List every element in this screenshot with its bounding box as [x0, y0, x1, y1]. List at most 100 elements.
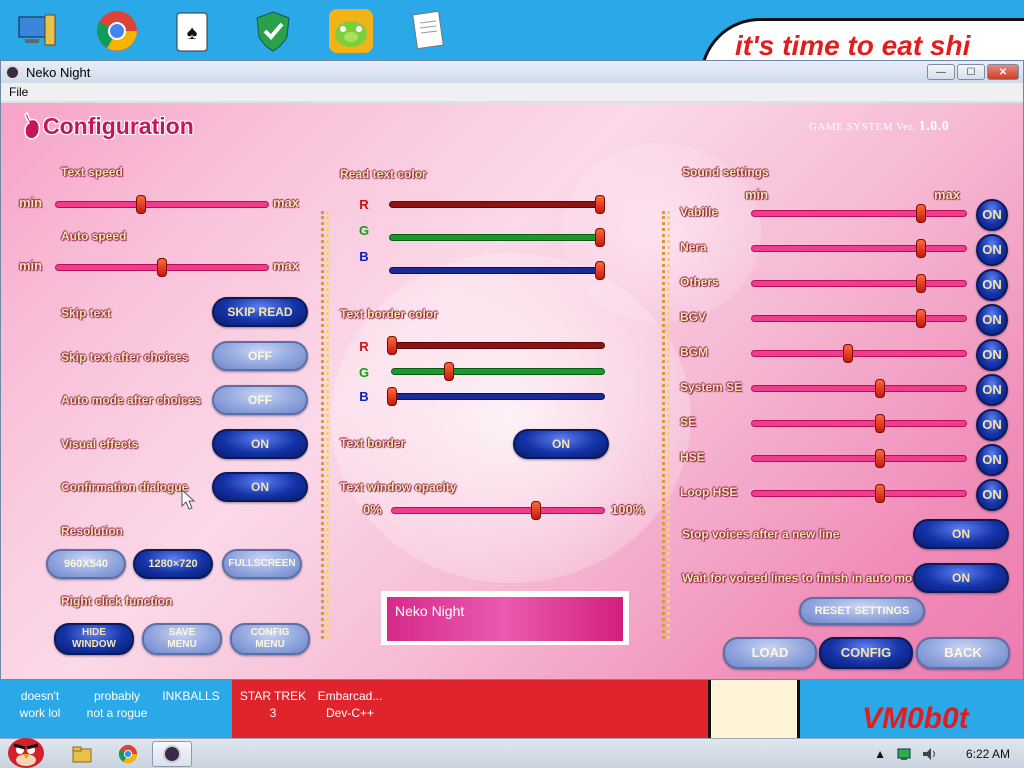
channel-toggle[interactable]: ON	[976, 409, 1008, 441]
auto-mode-after-choices-toggle[interactable]: OFF	[212, 385, 308, 415]
stop-voices-toggle[interactable]: ON	[913, 519, 1009, 549]
taskbar-chrome[interactable]	[108, 741, 148, 767]
desktop-icon-label[interactable]: STAR TREK 3	[236, 688, 310, 722]
wait-voiced-lines-toggle[interactable]: ON	[913, 563, 1009, 593]
green-channel-label: G	[358, 223, 370, 238]
border-color-blue-slider[interactable]	[387, 387, 605, 406]
desktop-icon-label[interactable]: Embarcad... Dev-C++	[312, 688, 388, 722]
chrome-icon[interactable]	[92, 6, 142, 56]
red-channel-label: R	[359, 197, 369, 212]
slider-knob[interactable]	[531, 501, 542, 520]
network-icon[interactable]	[896, 747, 912, 761]
taskbar-explorer[interactable]	[62, 741, 102, 767]
channel-volume-slider[interactable]	[751, 414, 967, 433]
mouse-cursor-icon	[181, 489, 196, 510]
menu-file[interactable]: File	[9, 85, 28, 99]
slider-knob[interactable]	[875, 449, 886, 468]
border-color-green-slider[interactable]	[391, 362, 605, 381]
desktop-icon-label[interactable]: INKBALLS	[160, 688, 222, 705]
slider-knob[interactable]	[875, 484, 886, 503]
green-channel-label: G	[358, 365, 370, 380]
stop-voices-label: Stop voices after a new line	[682, 527, 840, 541]
desktop-icon-label[interactable]: doesn't work lol	[10, 688, 70, 722]
desktop-icon-label[interactable]: probably not a rogue	[78, 688, 156, 722]
text-border-toggle[interactable]: ON	[513, 429, 609, 459]
auto-speed-slider[interactable]	[55, 258, 269, 277]
wallpaper-brand-text: VM0b0t	[862, 702, 969, 735]
confirmation-dialogue-toggle[interactable]: ON	[212, 472, 308, 502]
volume-min-label: min	[745, 187, 769, 202]
channel-toggle[interactable]: ON	[976, 199, 1008, 231]
channel-volume-slider[interactable]	[751, 484, 967, 503]
channel-volume-slider[interactable]	[751, 344, 967, 363]
channel-toggle[interactable]: ON	[976, 339, 1008, 371]
close-button[interactable]: ✕	[987, 64, 1019, 80]
slider-knob[interactable]	[595, 195, 605, 214]
channel-toggle[interactable]: ON	[976, 479, 1008, 511]
channel-toggle[interactable]: ON	[976, 304, 1008, 336]
channel-toggle[interactable]: ON	[976, 234, 1008, 266]
neko-night-window: Neko Night — ☐ ✕ File Configuration GAME…	[0, 60, 1024, 680]
bad-piggies-icon[interactable]	[326, 6, 376, 56]
slider-knob[interactable]	[157, 258, 167, 277]
slider-knob[interactable]	[387, 387, 397, 406]
read-text-color-label: Read text color	[340, 167, 427, 181]
reset-settings-button[interactable]: RESET SETTINGS	[799, 597, 925, 625]
slider-knob[interactable]	[916, 239, 927, 258]
slider-knob[interactable]	[916, 274, 927, 293]
slider-knob[interactable]	[916, 204, 927, 223]
text-speed-slider[interactable]	[55, 195, 269, 214]
document-icon[interactable]	[404, 6, 454, 56]
slider-knob[interactable]	[135, 195, 146, 214]
read-color-red-slider[interactable]	[389, 195, 605, 214]
solitaire-icon[interactable]: ♠	[168, 6, 218, 56]
slider-knob[interactable]	[444, 362, 455, 381]
channel-volume-slider[interactable]	[751, 274, 967, 293]
load-button[interactable]: LOAD	[723, 637, 817, 669]
save-menu-button[interactable]: SAVE MENU	[142, 623, 222, 655]
volume-max-label: max	[934, 187, 961, 202]
window-titlebar[interactable]: Neko Night — ☐ ✕	[1, 61, 1023, 83]
resolution-1280x720-button[interactable]: 1280×720	[133, 549, 213, 579]
computer-icon[interactable]	[12, 6, 62, 56]
clock[interactable]: 6:22 AM	[966, 747, 1010, 761]
security-shield-icon[interactable]	[248, 6, 298, 56]
show-hidden-icons-icon[interactable]: ▲	[874, 747, 886, 761]
slider-knob[interactable]	[875, 379, 886, 398]
channel-toggle[interactable]: ON	[976, 374, 1008, 406]
config-button[interactable]: CONFIG	[819, 637, 913, 669]
slider-knob[interactable]	[916, 309, 927, 328]
back-button[interactable]: BACK	[916, 637, 1010, 669]
resolution-960x540-button[interactable]: 960X540	[46, 549, 126, 579]
channel-volume-slider[interactable]	[751, 449, 967, 468]
visual-effects-toggle[interactable]: ON	[212, 429, 308, 459]
read-color-green-slider[interactable]	[389, 228, 605, 247]
channel-volume-slider[interactable]	[751, 309, 967, 328]
text-window-opacity-label: Text window opacity	[340, 480, 457, 494]
slider-knob[interactable]	[875, 414, 886, 433]
config-menu-button[interactable]: CONFIG MENU	[230, 623, 310, 655]
channel-volume-slider[interactable]	[751, 204, 967, 223]
channel-toggle[interactable]: ON	[976, 444, 1008, 476]
slider-knob[interactable]	[595, 228, 605, 247]
slider-knob[interactable]	[595, 261, 605, 280]
text-window-opacity-slider[interactable]	[391, 501, 605, 520]
folder-icon	[72, 746, 92, 763]
minimize-button[interactable]: —	[927, 64, 955, 80]
slider-knob[interactable]	[843, 344, 854, 363]
taskbar-neko-night[interactable]	[152, 741, 192, 767]
channel-volume-slider[interactable]	[751, 379, 967, 398]
start-button[interactable]	[4, 731, 48, 768]
hide-window-button[interactable]: HIDE WINDOW	[54, 623, 134, 655]
channel-volume-slider[interactable]	[751, 239, 967, 258]
read-color-blue-slider[interactable]	[389, 261, 605, 280]
volume-icon[interactable]	[922, 747, 938, 761]
skip-text-toggle[interactable]: SKIP READ	[212, 297, 308, 327]
auto-speed-max: max	[273, 258, 300, 273]
border-color-red-slider[interactable]	[387, 336, 605, 355]
channel-toggle[interactable]: ON	[976, 269, 1008, 301]
slider-knob[interactable]	[387, 336, 397, 355]
skip-after-choices-toggle[interactable]: OFF	[212, 341, 308, 371]
resolution-fullscreen-button[interactable]: FULLSCREEN	[222, 549, 302, 579]
maximize-button[interactable]: ☐	[957, 64, 985, 80]
